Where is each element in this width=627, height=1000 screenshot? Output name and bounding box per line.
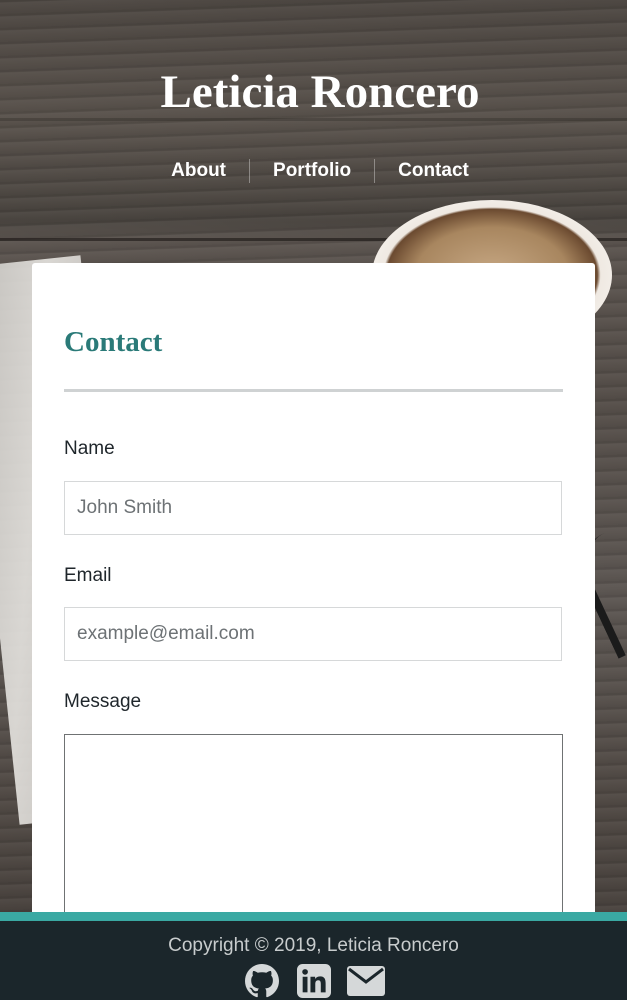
- github-icon: [244, 964, 279, 998]
- email-link[interactable]: [346, 963, 385, 999]
- site-footer: Copyright © 2019, Leticia Roncero: [0, 912, 627, 1000]
- linkedin-link[interactable]: [295, 963, 333, 999]
- nav-link-about[interactable]: About: [148, 158, 249, 184]
- github-link[interactable]: [243, 963, 281, 999]
- heading-divider: [64, 389, 563, 392]
- name-label: Name: [64, 438, 115, 459]
- nav-link-portfolio[interactable]: Portfolio: [250, 158, 374, 184]
- name-input[interactable]: [64, 481, 562, 535]
- social-links: [0, 963, 627, 999]
- main-nav: About Portfolio Contact: [0, 158, 627, 184]
- envelope-icon: [346, 966, 385, 996]
- message-label: Message: [64, 691, 142, 712]
- nav-link-contact[interactable]: Contact: [375, 158, 492, 184]
- contact-heading: Contact: [64, 326, 163, 358]
- email-label: Email: [64, 565, 112, 586]
- email-input[interactable]: [64, 607, 562, 661]
- copyright-text: Copyright © 2019, Leticia Roncero: [168, 935, 459, 956]
- linkedin-icon: [296, 964, 331, 998]
- site-title: Leticia Roncero: [160, 66, 480, 118]
- message-textarea[interactable]: [64, 734, 563, 924]
